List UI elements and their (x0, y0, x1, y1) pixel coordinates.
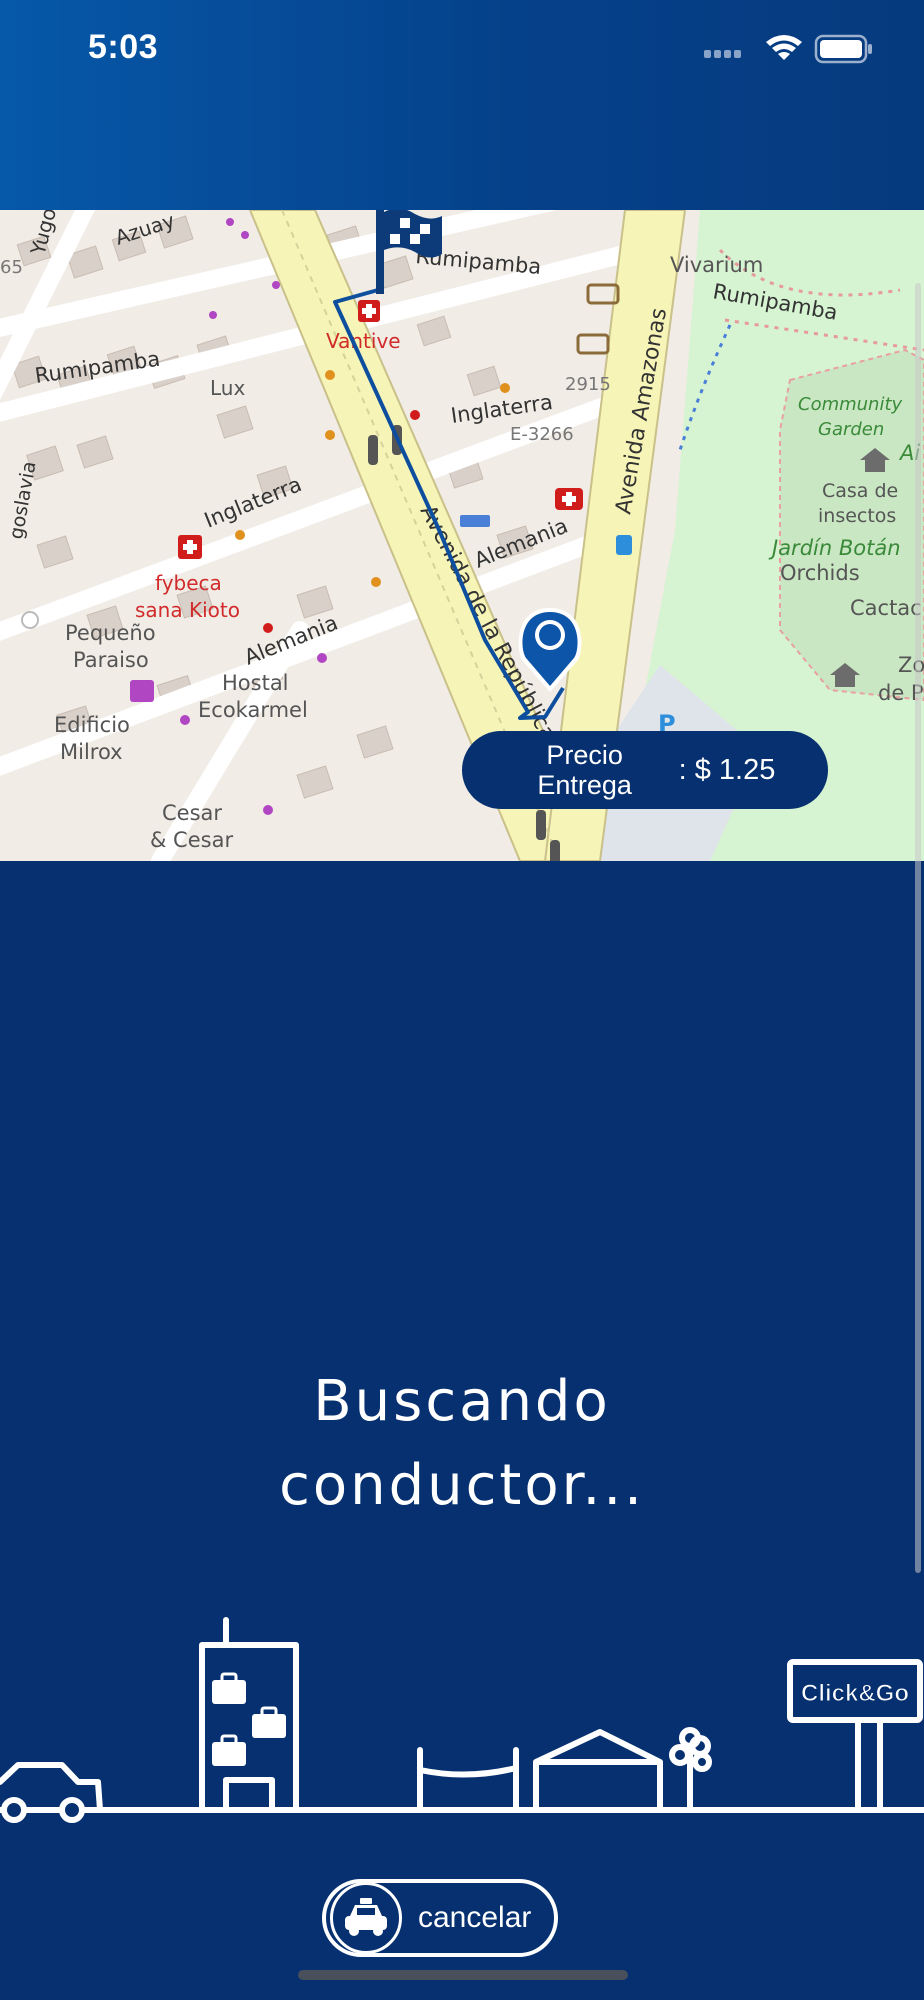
cancel-button-label: cancelar (418, 1901, 532, 1934)
price-value: : $ 1.25 (678, 753, 776, 786)
cancel-button[interactable]: cancelar (322, 1879, 558, 1957)
poi-edificio-2: Milrox (60, 740, 123, 764)
searching-line-1: Buscando (313, 1369, 611, 1434)
poi-fybeca-1: fybeca (155, 571, 222, 595)
taxi-icon (330, 1882, 402, 1954)
city-skyline-illustration: Click&Go (0, 1617, 924, 1823)
app-header: 5:03 (0, 0, 924, 210)
cellular-signal-icon (704, 50, 741, 58)
status-icons (704, 34, 872, 64)
delivery-price-badge: Precio Entrega : $ 1.25 (462, 731, 828, 809)
poi-pequeno-2: Paraiso (73, 648, 149, 672)
poi-cesar-1: Cesar (162, 801, 222, 825)
battery-icon (814, 34, 872, 64)
poi-vantive: Vantive (326, 329, 401, 353)
searching-line-2: conductor... (279, 1453, 645, 1518)
poi-hostal-2: Ecokarmel (198, 698, 308, 722)
bus-stop-icon (616, 535, 632, 555)
searching-driver-message: Buscando conductor... (0, 1360, 924, 1528)
wifi-icon (766, 35, 802, 60)
poi-cactac: Cactac (850, 596, 922, 620)
poi-edificio-1: Edificio (54, 713, 130, 737)
price-label: Precio Entrega (537, 740, 632, 800)
house-icon (533, 1729, 663, 1813)
poi-orchids: Orchids (780, 561, 860, 585)
hotel-icon (460, 515, 490, 527)
num-65: 65 (0, 257, 23, 278)
status-time: 5:03 (88, 28, 159, 66)
poi-pequeno-1: Pequeño (65, 621, 156, 645)
home-indicator[interactable] (298, 1970, 628, 1980)
poi-community-2: Garden (818, 419, 884, 440)
poi-hostal-1: Hostal (222, 671, 289, 695)
poi-cesar-2: & Cesar (150, 828, 233, 852)
poi-lux: Lux (210, 376, 245, 400)
num-2915: 2915 (565, 374, 611, 395)
poi-community-1: Community (798, 394, 903, 415)
poi-jardin: Jardín Botán (768, 536, 901, 560)
billboard-text: Click&Go (801, 1680, 909, 1707)
shop-icon (130, 680, 154, 702)
poi-casa-1: Casa de (822, 480, 898, 502)
poi-casa-2: insectos (818, 505, 896, 527)
poi-fybeca-2: sana Kioto (135, 598, 240, 622)
street-goslavia: goslavia (5, 460, 40, 541)
code-e3266: E-3266 (510, 424, 574, 445)
poi-vivarium: Vivarium (670, 253, 763, 277)
